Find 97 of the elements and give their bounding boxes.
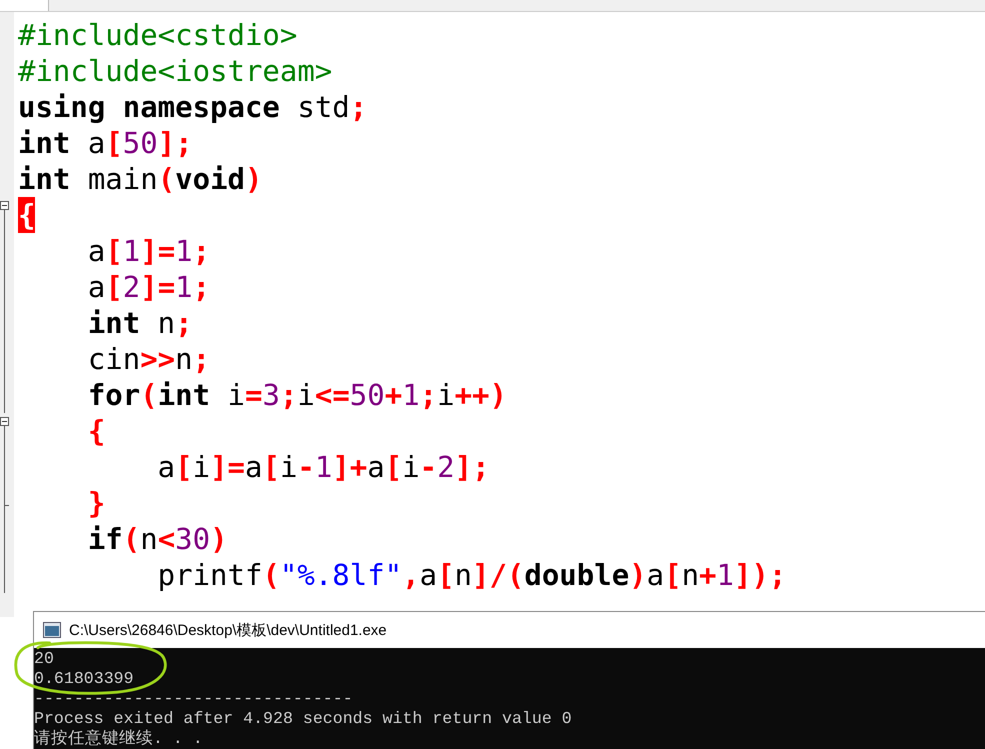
code-token: ];: [158, 125, 193, 161]
code-token: n: [140, 521, 158, 557]
console-line: 20: [34, 649, 55, 669]
code-token: (: [262, 557, 280, 593]
code-token: [: [105, 269, 123, 305]
code-token: ];: [454, 449, 490, 485]
code-token: a: [86, 233, 106, 269]
code-token: >>: [140, 341, 176, 377]
code-token: i: [280, 449, 298, 485]
code-token: [: [105, 125, 123, 161]
code-token: ;: [192, 233, 210, 269]
code-token: 1: [314, 449, 332, 485]
code-token: (: [122, 521, 140, 557]
code-token: int: [18, 161, 70, 197]
code-token: i: [226, 377, 245, 413]
code-token: (: [140, 377, 158, 413]
code-token: i: [192, 449, 210, 485]
code-token: 30: [175, 521, 210, 557]
code-token: n: [175, 341, 193, 377]
code-token: void: [175, 161, 246, 197]
code-token: cin: [86, 341, 140, 377]
code-token: printf: [156, 557, 262, 593]
code-token: ;: [192, 269, 210, 305]
code-token: [: [262, 449, 280, 485]
code-token: ): [245, 161, 262, 197]
code-token: }: [86, 485, 106, 521]
code-token: int: [158, 377, 210, 413]
code-token: {: [86, 413, 106, 449]
code-token: int: [18, 125, 70, 161]
code-token: i: [402, 449, 420, 485]
code-token: #include<iostream>: [18, 53, 332, 89]
code-token: ]/(: [472, 557, 524, 593]
code-token: a: [86, 269, 106, 305]
code-token: ]=: [140, 269, 176, 305]
code-token: +: [384, 377, 402, 413]
code-token: ,: [402, 557, 420, 593]
code-token: std: [296, 89, 350, 125]
code-token: ;: [420, 377, 438, 413]
code-token: ++): [454, 377, 507, 413]
code-token: =: [245, 377, 262, 413]
code-token: 1: [122, 233, 140, 269]
code-token: for: [86, 377, 140, 413]
code-token: [: [664, 557, 682, 593]
code-token: -: [297, 449, 315, 485]
code-token: {: [18, 197, 36, 233]
code-token: a: [245, 449, 262, 485]
code-token: 50: [122, 125, 158, 161]
console-line: 0.61803399: [34, 669, 135, 689]
code-token: if: [86, 521, 123, 557]
code-token: ;: [280, 377, 298, 413]
console-icon: [43, 622, 61, 638]
code-token: 3: [262, 377, 280, 413]
code-token: -: [420, 449, 438, 485]
code-token: <=: [314, 377, 350, 413]
code-token: 1: [716, 557, 734, 593]
code-token: a: [420, 557, 438, 593]
code-token: main: [86, 161, 158, 197]
code-token: [: [105, 233, 123, 269]
code-token: a: [646, 557, 664, 593]
code-token: (: [158, 161, 176, 197]
code-token: ;: [350, 89, 368, 125]
code-token: a: [156, 449, 176, 485]
code-token: ]=: [210, 449, 245, 485]
code-token: a: [86, 125, 106, 161]
code-token: ;: [192, 341, 210, 377]
code-token: 1: [402, 377, 420, 413]
code-token: [: [175, 449, 193, 485]
code-token: n: [682, 557, 700, 593]
code-token: 50: [350, 377, 385, 413]
code-token: double: [524, 557, 630, 593]
code-token: [: [384, 449, 402, 485]
code-token: int: [86, 305, 140, 341]
code-token: 2: [122, 269, 140, 305]
code-token: using namespace: [18, 89, 280, 125]
window-title: C:\Users\26846\Desktop\模板\dev\Untitled1.exe: [69, 620, 387, 640]
code-token: a: [367, 449, 385, 485]
code-token: +: [699, 557, 716, 593]
code-token: <: [158, 521, 176, 557]
code-token: n: [454, 557, 472, 593]
code-token: [: [437, 557, 455, 593]
code-token: 2: [437, 449, 455, 485]
code-token: n: [156, 305, 176, 341]
code-token: ): [629, 557, 647, 593]
code-token: ;: [175, 305, 193, 341]
console-line: --------------------------------: [34, 689, 354, 709]
code-token: ]+: [332, 449, 368, 485]
code-token: ]);: [734, 557, 786, 593]
code-token: ]=: [140, 233, 176, 269]
code-token: i: [437, 377, 455, 413]
console-line: Process exited after 4.928 seconds with return value 0: [34, 709, 573, 729]
code-token: ): [210, 521, 228, 557]
code-token: 1: [175, 269, 193, 305]
code-token: 1: [175, 233, 193, 269]
code-token: #include<cstdio>: [18, 17, 298, 53]
code-token: i: [297, 377, 315, 413]
console-line: 请按任意键继续. . .: [34, 729, 204, 749]
code-token: "%.8lf": [280, 557, 402, 593]
